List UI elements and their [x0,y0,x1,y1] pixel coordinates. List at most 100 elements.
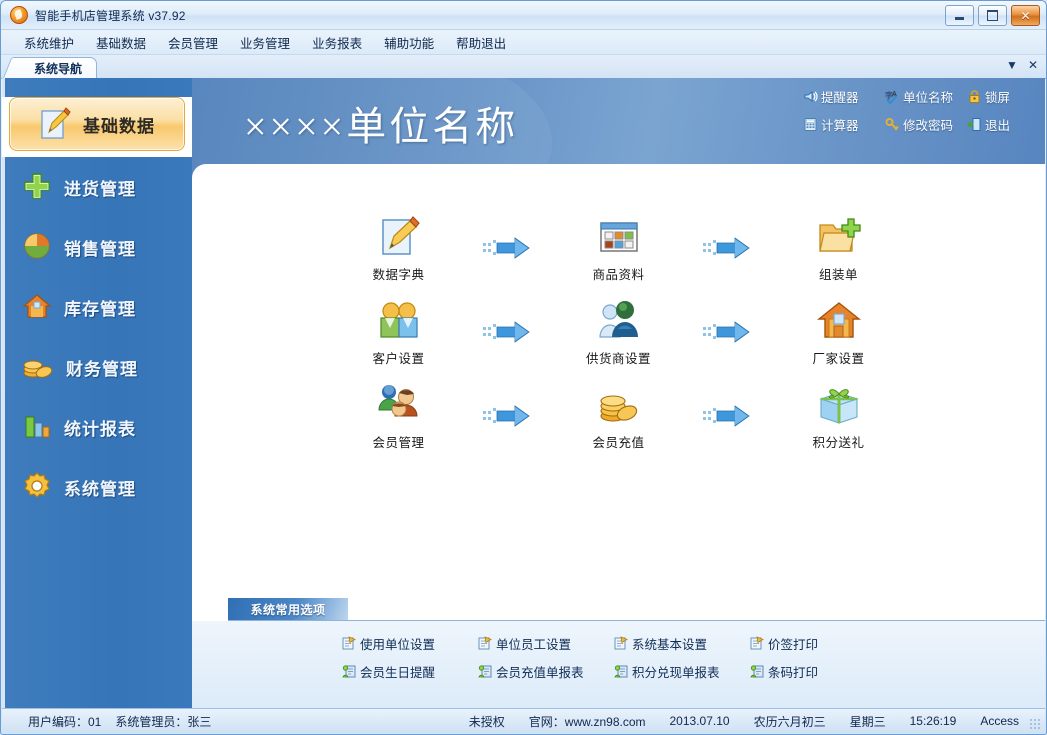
option-points-redemption-report[interactable]: 积分兑现单报表 [614,662,750,681]
option-system-basic-settings[interactable]: 系统基本设置 [614,634,750,653]
close-tab-icon[interactable]: ✕ [1028,58,1038,72]
dotted-right-arrow-icon [454,237,564,259]
menu-item-business-reports[interactable]: 业务报表 [301,30,373,55]
status-weekday: 星期三 [850,713,886,730]
node-label: 客户设置 [344,348,454,367]
tool-label: 修改密码 [903,115,953,134]
tool-label: 计算器 [821,115,859,134]
reminder-button[interactable]: 提醒器 [803,87,885,106]
sidebar-item-purchase-management[interactable]: 进货管理 [2,157,192,217]
sidebar-item-label: 销售管理 [64,235,136,260]
menu-item-basic-data[interactable]: 基础数据 [85,30,157,55]
main-area: ××××单位名称 提醒器 [192,78,1045,709]
calculator-button[interactable]: 计算器 [803,115,885,134]
node-label: 供货商设置 [564,348,674,367]
minimize-button[interactable] [945,5,974,26]
option-label: 积分兑现单报表 [632,662,720,681]
maximize-button[interactable] [978,5,1007,26]
sidebar-item-label: 进货管理 [64,175,136,200]
unit-name-button[interactable]: 字 A 单位名称 [885,87,967,106]
tab-controls: ▼ ✕ [1006,58,1038,72]
person-report-icon [478,664,492,678]
title-bar: 智能手机店管理系统 v37.92 ✕ [1,1,1046,30]
status-operator: 系统管理员：张三 [115,713,211,730]
settings-card-icon [478,636,492,650]
node-data-dictionary[interactable]: 数据字典 [344,213,454,283]
sidebar-item-label: 系统管理 [64,475,136,500]
chevron-down-icon[interactable]: ▼ [1006,58,1018,72]
node-factory-settings[interactable]: 厂家设置 [784,297,894,367]
resize-grip-icon[interactable] [1029,718,1041,730]
node-assembly-order[interactable]: 组装单 [784,213,894,283]
navigation-panel: 数据字典 [192,164,1045,709]
tool-label: 退出 [985,115,1010,134]
application-window: 智能手机店管理系统 v37.92 ✕ 系统维护 基础数据 会员管理 业务管理 业… [0,0,1047,735]
tab-system-navigation[interactable]: 系统导航 [15,57,97,79]
option-label: 系统基本设置 [632,634,707,653]
option-label: 价签打印 [768,634,818,653]
page-title: ××××单位名称 [244,94,518,152]
house-icon [22,291,52,324]
person-report-icon [342,664,356,678]
close-button[interactable]: ✕ [1011,5,1040,26]
workflow-row: 会员管理 [192,374,1045,458]
sidebar-item-inventory-management[interactable]: 库存管理 [2,277,192,337]
sidebar-item-statistical-reports[interactable]: 统计报表 [2,397,192,457]
tab-label: 系统导航 [34,60,82,77]
sidebar-item-label: 统计报表 [64,415,136,440]
node-member-recharge[interactable]: 会员充值 [564,381,674,451]
exit-button[interactable]: 退出 [967,115,1035,134]
node-product-info[interactable]: 商品资料 [564,213,674,283]
node-points-gift[interactable]: 积分送礼 [784,381,894,451]
menu-item-help-exit[interactable]: 帮助退出 [445,30,517,55]
menu-item-member-management[interactable]: 会员管理 [157,30,229,55]
change-password-button[interactable]: 修改密码 [885,115,967,134]
option-staff-settings[interactable]: 单位员工设置 [478,634,614,653]
common-options-body: 使用单位设置 单位员工设置 [192,621,1045,709]
common-options-header: 系统常用选项 [228,598,1045,621]
option-label: 会员生日提醒 [360,662,435,681]
pencil-note-icon [39,106,71,143]
option-member-recharge-report[interactable]: 会员充值单报表 [478,662,614,681]
sidebar-item-finance-management[interactable]: 财务管理 [2,337,192,397]
menu-item-auxiliary-functions[interactable]: 辅助功能 [373,30,445,55]
sidebar-item-label: 财务管理 [66,355,138,380]
status-database: Access [980,714,1019,728]
calculator-icon [803,117,818,132]
option-unit-settings[interactable]: 使用单位设置 [342,634,478,653]
status-time: 15:26:19 [910,714,957,728]
tool-label: 提醒器 [821,87,859,106]
options-row: 使用单位设置 单位员工设置 [192,629,1045,657]
menu-item-business-management[interactable]: 业务管理 [229,30,301,55]
factory-house-icon [784,297,894,345]
option-label: 单位员工设置 [496,634,571,653]
sidebar-item-sales-management[interactable]: 销售管理 [2,217,192,277]
sidebar-item-basic-data[interactable]: 基础数据 [2,97,192,157]
option-price-tag-print[interactable]: 价签打印 [750,634,886,653]
settings-card-icon [750,636,764,650]
status-license: 未授权 [469,713,505,730]
menu-item-system-maintenance[interactable]: 系统维护 [13,30,85,55]
status-date: 2013.07.10 [670,714,730,728]
dotted-right-arrow-icon [454,321,564,343]
node-member-management[interactable]: 会员管理 [344,381,454,451]
option-member-birthday-reminder[interactable]: 会员生日提醒 [342,662,478,681]
minimize-icon [955,17,964,20]
lock-screen-button[interactable]: 锁屏 [967,87,1035,106]
tool-label: 锁屏 [985,87,1010,106]
window-title: 智能手机店管理系统 v37.92 [35,7,186,24]
settings-card-icon [342,636,356,650]
dotted-right-arrow-icon [454,405,564,427]
status-user-code: 用户编码：01 [28,713,101,730]
node-label: 积分送礼 [784,432,894,451]
svg-text:A: A [892,91,897,98]
lock-icon [967,89,982,104]
person-report-icon [750,664,764,678]
tab-strip: 系统导航 ▼ ✕ [1,55,1046,79]
option-barcode-print[interactable]: 条码打印 [750,662,886,681]
node-customer-settings[interactable]: 客户设置 [344,297,454,367]
sidebar-item-system-management[interactable]: 系统管理 [2,457,192,517]
option-label: 会员充值单报表 [496,662,584,681]
two-persons-icon [344,297,454,345]
node-supplier-settings[interactable]: 供货商设置 [564,297,674,367]
